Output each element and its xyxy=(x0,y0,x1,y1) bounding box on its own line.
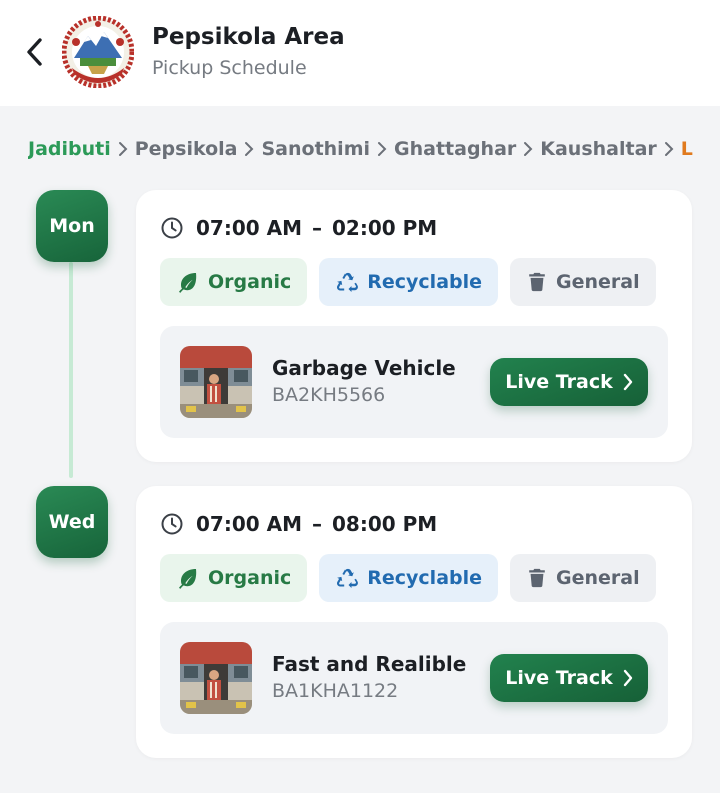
vehicle-plate: BA2KH5566 xyxy=(272,384,386,406)
vehicle-photo xyxy=(180,642,252,714)
chip-general[interactable]: General xyxy=(510,554,656,602)
clock-icon xyxy=(160,512,184,536)
chip-recyclable[interactable]: Recyclable xyxy=(319,554,499,602)
chevron-right-icon xyxy=(237,141,261,157)
live-track-button[interactable]: Live Track xyxy=(490,358,648,406)
schedule-card-mon: 07:00 AM – 02:00 PM Organic Recyclable G… xyxy=(136,190,692,462)
chip-organic[interactable]: Organic xyxy=(160,554,308,602)
breadcrumb-item[interactable]: Pepsikola xyxy=(135,138,238,160)
time-end: 08:00 PM xyxy=(332,512,438,536)
live-track-label: Live Track xyxy=(505,371,613,393)
clock-icon xyxy=(160,216,184,240)
trash-icon xyxy=(526,271,548,293)
chevron-left-icon xyxy=(27,38,42,66)
recycle-icon xyxy=(335,566,359,590)
leaf-icon xyxy=(176,270,200,294)
time-end: 02:00 PM xyxy=(332,216,438,240)
chip-label: Recyclable xyxy=(367,567,483,589)
leaf-icon xyxy=(176,566,200,590)
chip-label: General xyxy=(556,567,640,589)
breadcrumb-item[interactable]: Kaushaltar xyxy=(540,138,657,160)
vehicle-plate: BA1KHA1122 xyxy=(272,680,399,702)
timeline-connector xyxy=(69,262,73,478)
breadcrumb-item[interactable]: Ghattaghar xyxy=(394,138,516,160)
waste-type-chips: Organic Recyclable General xyxy=(160,258,668,306)
chevron-right-icon xyxy=(623,373,632,391)
breadcrumb-item[interactable]: Sanothimi xyxy=(261,138,370,160)
app-header: Pepsikola Area Pickup Schedule xyxy=(0,0,720,106)
nepal-emblem-logo xyxy=(61,15,135,89)
waste-type-chips: Organic Recyclable General xyxy=(160,554,668,602)
breadcrumb-item[interactable]: Jadibuti xyxy=(28,138,111,160)
time-range: 07:00 AM – 08:00 PM xyxy=(160,512,437,536)
chip-label: General xyxy=(556,271,640,293)
schedule-card-wed: 07:00 AM – 08:00 PM Organic Recyclable G… xyxy=(136,486,692,758)
trash-icon xyxy=(526,567,548,589)
chevron-right-icon xyxy=(657,141,681,157)
live-track-label: Live Track xyxy=(505,667,613,689)
time-separator: – xyxy=(312,512,323,536)
chip-label: Recyclable xyxy=(367,271,483,293)
recycle-icon xyxy=(335,270,359,294)
breadcrumb-item[interactable]: L xyxy=(681,138,693,160)
vehicle-name: Fast and Realible xyxy=(272,652,467,676)
back-button[interactable] xyxy=(18,32,50,72)
chevron-right-icon xyxy=(111,141,135,157)
day-badge-mon: Mon xyxy=(36,190,108,262)
page-title: Pepsikola Area xyxy=(152,24,345,50)
chevron-right-icon xyxy=(516,141,540,157)
live-track-button[interactable]: Live Track xyxy=(490,654,648,702)
vehicle-card: Fast and Realible BA1KHA1122 Live Track xyxy=(160,622,668,734)
chip-recyclable[interactable]: Recyclable xyxy=(319,258,499,306)
vehicle-photo xyxy=(180,346,252,418)
chevron-right-icon xyxy=(623,669,632,687)
chip-label: Organic xyxy=(208,271,292,293)
vehicle-card: Garbage Vehicle BA2KH5566 Live Track xyxy=(160,326,668,438)
chip-organic[interactable]: Organic xyxy=(160,258,308,306)
day-badge-wed: Wed xyxy=(36,486,108,558)
page-subtitle: Pickup Schedule xyxy=(152,57,307,79)
time-start: 07:00 AM xyxy=(196,512,303,536)
vehicle-name: Garbage Vehicle xyxy=(272,356,456,380)
chip-label: Organic xyxy=(208,567,292,589)
chevron-right-icon xyxy=(370,141,394,157)
breadcrumb: Jadibuti Pepsikola Sanothimi Ghattaghar … xyxy=(28,134,720,164)
chip-general[interactable]: General xyxy=(510,258,656,306)
time-range: 07:00 AM – 02:00 PM xyxy=(160,216,437,240)
time-start: 07:00 AM xyxy=(196,216,303,240)
time-separator: – xyxy=(312,216,323,240)
